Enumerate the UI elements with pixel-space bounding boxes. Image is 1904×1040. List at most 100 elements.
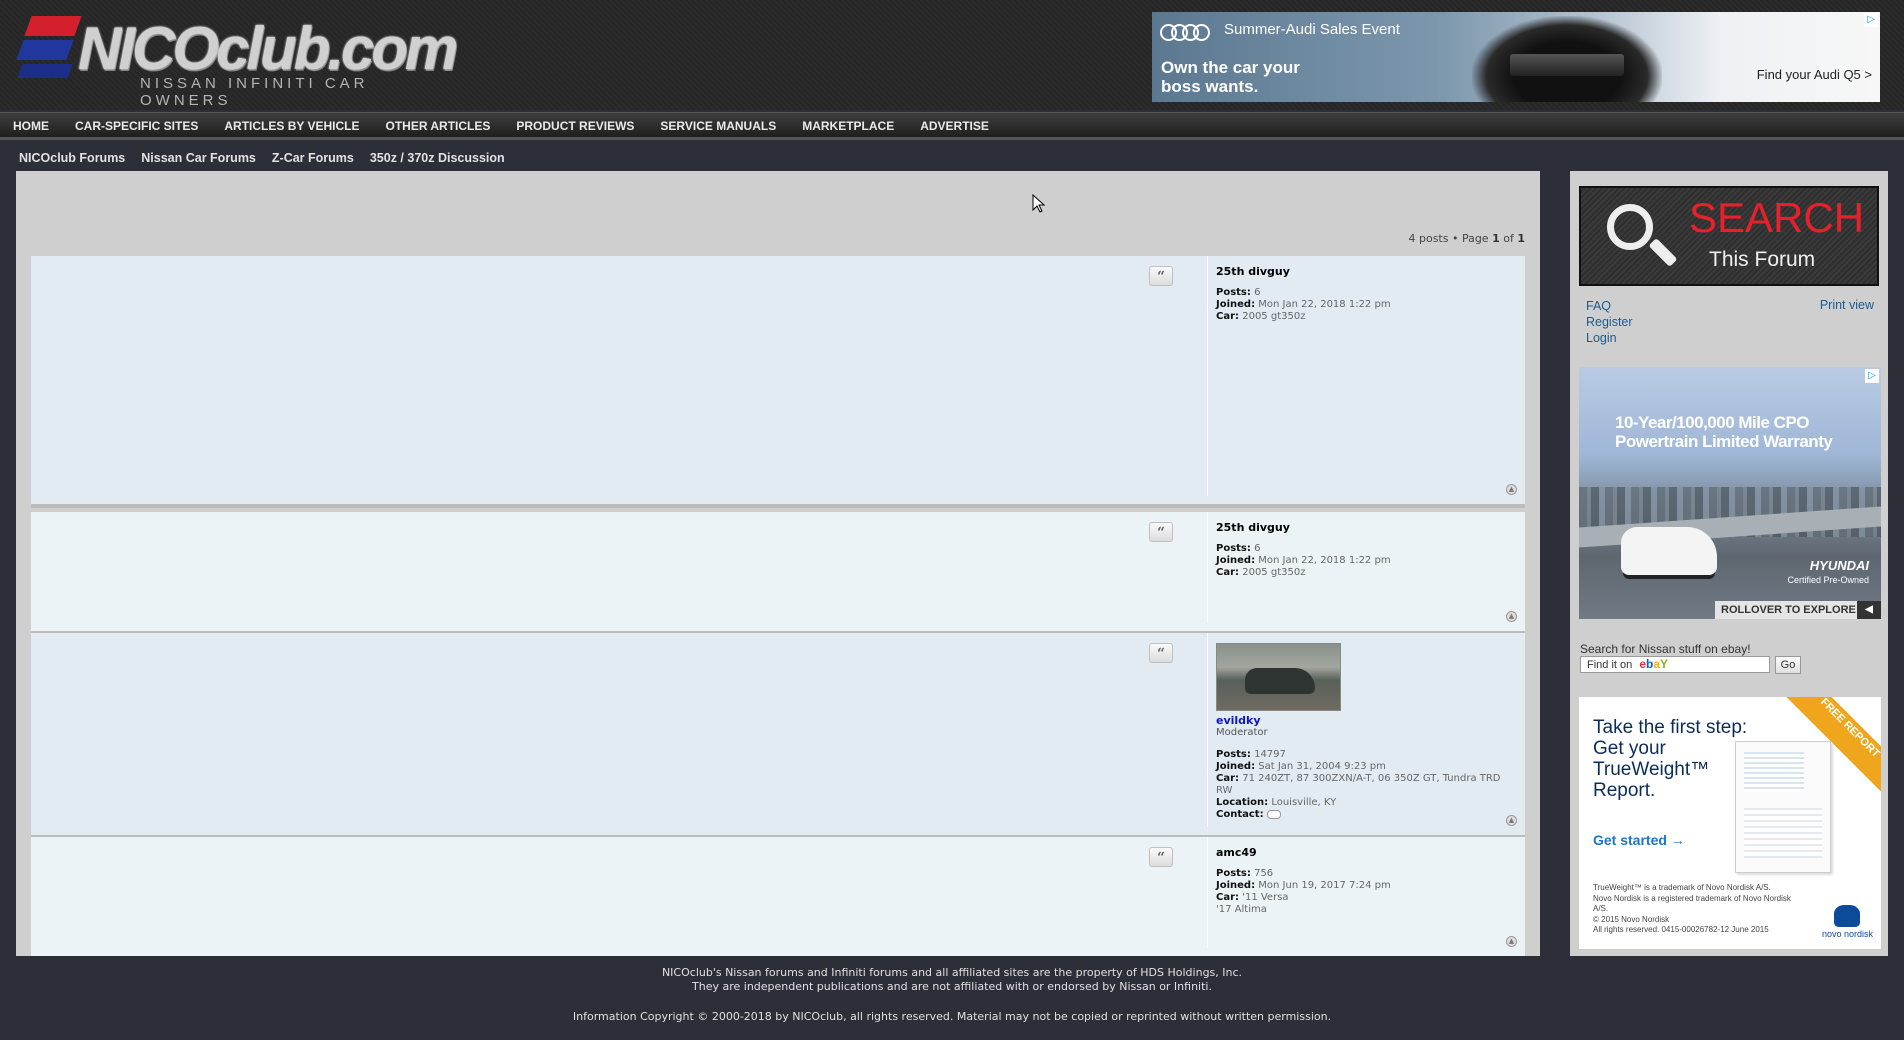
location-value: Louisville, KY — [1271, 797, 1337, 808]
site-footer: NICOclub's Nissan forums and Infiniti fo… — [0, 966, 1904, 1024]
login-link[interactable]: Login — [1586, 330, 1633, 346]
bull-icon — [1834, 905, 1861, 927]
post-author[interactable]: 25th divguy — [1216, 266, 1507, 278]
footer-line-1: NICOclub's Nissan forums and Infiniti fo… — [661, 966, 1243, 979]
post: “ evildky Moderator Posts: 14797 Joined:… — [31, 633, 1525, 839]
logo-tagline: NISSAN INFINITI CAR OWNERS — [140, 75, 369, 109]
nav-product-reviews[interactable]: PRODUCT REVIEWS — [503, 113, 647, 137]
joined-label: Joined: — [1216, 299, 1256, 310]
post-author[interactable]: evildky — [1216, 715, 1507, 727]
post-count: 6 — [1254, 287, 1261, 298]
logo-stripe-blue — [16, 40, 74, 60]
contact-label: Contact: — [1216, 809, 1264, 820]
post-count: 14797 — [1254, 749, 1286, 760]
joined-label: Joined: — [1216, 880, 1256, 891]
ebay-prefix: Find it on — [1587, 659, 1633, 671]
back-to-top-icon[interactable]: ▲ — [1506, 815, 1517, 826]
current-page: 1 — [1492, 232, 1500, 245]
nav-articles-by-vehicle[interactable]: ARTICLES BY VEHICLE — [211, 113, 372, 137]
car-value: 71 240ZT, 87 300ZXN/A-T, 06 350Z GT, Tun… — [1216, 773, 1501, 796]
post: “ amc49 Posts: 756 Joined: Mon Jun 19, 2… — [31, 837, 1525, 956]
posts-label: Posts: — [1216, 749, 1251, 760]
site-header: NICOclub.com NISSAN INFINITI CAR OWNERS … — [0, 0, 1904, 110]
hyundai-logo: HYUNDAI Certified Pre-Owned — [1787, 559, 1869, 587]
brand-name: novo nordisk — [1821, 929, 1873, 939]
suv-image — [1621, 527, 1717, 575]
posts-label: Posts: — [1216, 868, 1251, 879]
joined-label: Joined: — [1216, 761, 1256, 772]
logo-stripe-red — [24, 16, 82, 36]
user-avatar[interactable] — [1216, 643, 1341, 711]
breadcrumb-350z-370z[interactable]: 350z / 370z Discussion — [370, 151, 505, 167]
breadcrumb: NICOclub Forums Nissan Car Forums Z-Car … — [19, 151, 505, 167]
breadcrumb-forums[interactable]: NICOclub Forums — [19, 151, 125, 167]
post-profile: evildky Moderator Posts: 14797 Joined: S… — [1207, 633, 1507, 827]
quote-button[interactable]: “ — [1149, 643, 1173, 663]
back-to-top-icon[interactable]: ▲ — [1506, 484, 1517, 495]
rollover-bar[interactable]: ROLLOVER TO EXPLORE ◀ — [1715, 601, 1881, 619]
breadcrumb-z-car-forums[interactable]: Z-Car Forums — [272, 151, 354, 167]
post-author[interactable]: 25th divguy — [1216, 522, 1507, 534]
nav-service-manuals[interactable]: SERVICE MANUALS — [647, 113, 789, 137]
footer-copyright: Information Copyright © 2000-2018 by NIC… — [572, 1010, 1332, 1023]
post-profile: 25th divguy Posts: 6 Joined: Mon Jan 22,… — [1207, 256, 1507, 496]
back-to-top-icon[interactable]: ▲ — [1506, 611, 1517, 622]
ad-legal-text: TrueWeight™ is a trademark of Novo Nordi… — [1593, 883, 1793, 936]
joined-label: Joined: — [1216, 555, 1256, 566]
legal-line: TrueWeight™ is a trademark of Novo Nordi… — [1593, 883, 1771, 892]
posts-label: Posts: — [1216, 287, 1251, 298]
legal-line: All rights reserved. 0415-00026782-12 Ju… — [1593, 925, 1769, 934]
search-forum-banner[interactable]: SEARCH This Forum — [1579, 186, 1879, 286]
site-logo[interactable]: NICOclub.com NISSAN INFINITI CAR OWNERS — [16, 12, 458, 109]
print-view-link[interactable]: Print view — [1820, 298, 1874, 312]
audi-banner-ad[interactable]: Summer-Audi Sales Event Own the car your… — [1152, 12, 1880, 102]
brand-name: HYUNDAI — [1809, 558, 1869, 573]
mouse-cursor-icon — [1032, 194, 1046, 213]
quote-button[interactable]: “ — [1149, 522, 1173, 542]
car-image — [1472, 16, 1662, 102]
post: “ 25th divguy Posts: 6 Joined: Mon Jan 2… — [31, 512, 1525, 635]
quote-button[interactable]: “ — [1149, 266, 1173, 286]
pagination-text: 4 posts • Page — [1408, 232, 1489, 245]
nav-home[interactable]: HOME — [0, 113, 62, 137]
location-label: Location: — [1216, 797, 1269, 808]
post-author[interactable]: amc49 — [1216, 847, 1507, 859]
audi-logo-icon — [1160, 22, 1212, 42]
ebay-go-button[interactable]: Go — [1775, 656, 1801, 674]
get-started-link[interactable]: Get started → — [1593, 832, 1685, 848]
ad-headline: Summer-Audi Sales Event — [1224, 21, 1400, 38]
pagination-info: 4 posts • Page 1 of 1 — [1408, 232, 1525, 245]
adchoices-icon[interactable]: ▷ — [1864, 13, 1878, 27]
nav-other-articles[interactable]: OTHER ARTICLES — [373, 113, 504, 137]
nav-car-specific-sites[interactable]: CAR-SPECIFIC SITES — [62, 113, 211, 137]
legal-line: Novo Nordisk is a registered trademark o… — [1593, 893, 1791, 914]
car-label: Car: — [1216, 567, 1240, 578]
register-link[interactable]: Register — [1586, 314, 1633, 330]
breadcrumb-nissan-car-forums[interactable]: Nissan Car Forums — [141, 151, 256, 167]
posts-label: Posts: — [1216, 543, 1251, 554]
car-label: Car: — [1216, 892, 1240, 903]
ad-headline: 10-Year/100,000 Mile CPO Powertrain Limi… — [1615, 413, 1833, 451]
ad-cta-link[interactable]: Find your Audi Q5 > — [1757, 67, 1872, 82]
user-links: FAQ Register Login — [1586, 298, 1633, 346]
post: “ 25th divguy Posts: 6 Joined: Mon Jan 2… — [31, 256, 1525, 508]
adchoices-icon[interactable]: ▷ — [1865, 369, 1879, 383]
post-count: 756 — [1254, 868, 1274, 879]
mute-icon[interactable]: ◀ — [1857, 601, 1881, 619]
ebay-search-input[interactable]: Find it on ebaY — [1580, 656, 1770, 673]
faq-link[interactable]: FAQ — [1586, 298, 1633, 314]
novo-nordisk-logo: novo nordisk — [1822, 905, 1873, 939]
footer-line-2: They are independent publications and ar… — [692, 980, 1212, 993]
ebay-search-label: Search for Nissan stuff on ebay! — [1580, 642, 1751, 656]
trueweight-ad[interactable]: FREE REPORT Take the first step: Get you… — [1579, 697, 1881, 949]
post-count: 6 — [1254, 543, 1261, 554]
nav-advertise[interactable]: ADVERTISE — [907, 113, 1002, 137]
legal-line: © 2015 Novo Nordisk — [1593, 914, 1670, 924]
nav-marketplace[interactable]: MARKETPLACE — [789, 113, 907, 137]
hyundai-ad[interactable]: 10-Year/100,000 Mile CPO Powertrain Limi… — [1579, 367, 1881, 619]
quote-button[interactable]: “ — [1149, 847, 1173, 867]
back-to-top-icon[interactable]: ▲ — [1506, 936, 1517, 947]
topic-panel: 4 posts • Page 1 of 1 “ 25th divguy Post… — [16, 171, 1540, 956]
ad-tagline: Own the car your boss wants. — [1161, 58, 1300, 96]
speech-bubble-icon[interactable] — [1266, 809, 1281, 819]
